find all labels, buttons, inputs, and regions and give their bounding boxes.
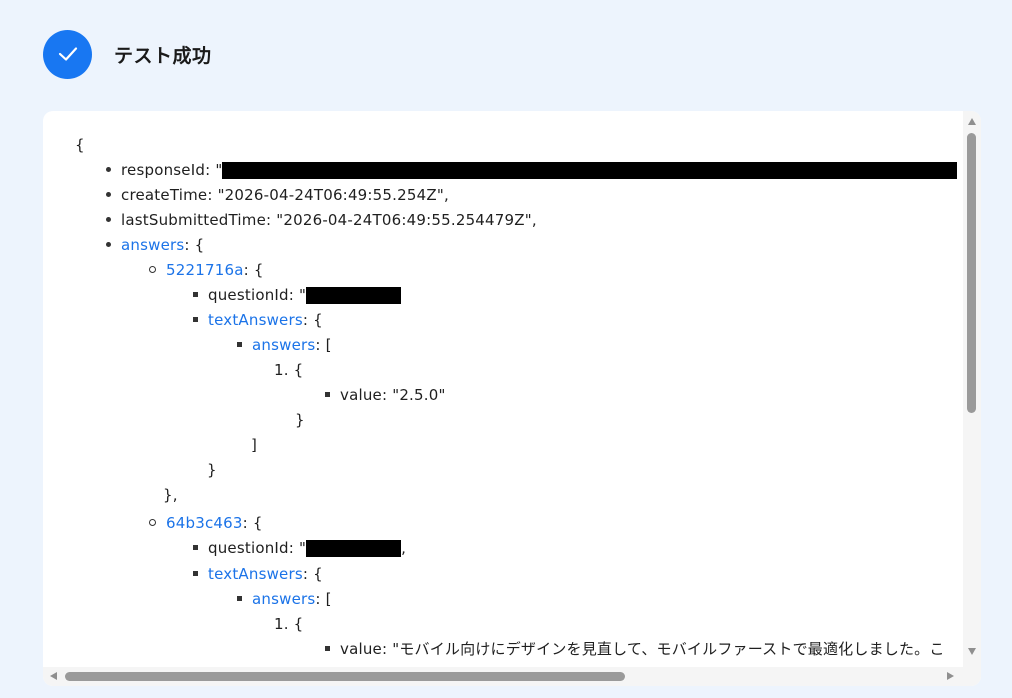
scroll-down-arrow-icon[interactable] — [968, 648, 976, 655]
list-item: 5221716a: { — [149, 258, 264, 283]
redacted-question-id — [306, 540, 402, 557]
check-icon — [58, 47, 77, 61]
list-item: responseId: " — [106, 158, 958, 183]
close-brace-comma: }, — [163, 486, 178, 504]
question-1-link[interactable]: 5221716a — [166, 261, 244, 279]
json-content: { responseId: " createTime: "2026-04-24T… — [43, 111, 963, 665]
list-item: answers: { — [106, 233, 204, 258]
scroll-right-arrow-icon[interactable] — [947, 672, 954, 680]
question-id-key: questionId — [208, 286, 289, 304]
create-time-key: createTime — [121, 186, 208, 204]
text-answers-link[interactable]: textAnswers — [208, 565, 303, 583]
bullet-square — [193, 292, 198, 297]
answers-array-link[interactable]: answers — [252, 590, 315, 608]
last-submitted-time-value: "2026-04-24T06:49:55.254479Z", — [276, 211, 537, 229]
list-item: lastSubmittedTime: "2026-04-24T06:49:55.… — [106, 208, 537, 233]
bullet-square — [325, 392, 330, 397]
vertical-scroll-thumb[interactable] — [967, 133, 976, 413]
json-open-brace: { — [75, 136, 85, 154]
close-brace: } — [207, 461, 217, 479]
list-item: value: "2.5.0" — [325, 383, 446, 408]
list-item: answers: [ — [237, 333, 332, 358]
close-bracket: ] — [251, 436, 258, 454]
redacted-question-id — [306, 287, 402, 304]
bullet-square — [193, 317, 198, 322]
question-id-key: questionId — [208, 539, 289, 557]
bullet-disc — [106, 192, 111, 197]
bullet-square — [237, 596, 242, 601]
json-output-panel[interactable]: { responseId: " createTime: "2026-04-24T… — [43, 111, 981, 686]
array-item-index: 1. { — [274, 361, 304, 379]
answers-array-link[interactable]: answers — [252, 336, 315, 354]
bullet-disc — [106, 167, 111, 172]
answer-value: "モバイル向けにデザインを見直して、モバイルファーストで最適化しました。こ — [392, 640, 945, 658]
horizontal-scroll-thumb[interactable] — [65, 672, 625, 681]
list-item: answers: [ — [237, 587, 332, 612]
bullet-square — [193, 545, 198, 550]
list-item: 64b3c463: { — [149, 511, 263, 536]
bullet-disc — [106, 217, 111, 222]
list-item: textAnswers: { — [193, 562, 323, 587]
bullet-square — [325, 646, 330, 651]
answers-link[interactable]: answers — [121, 236, 184, 254]
scroll-left-arrow-icon[interactable] — [50, 672, 57, 680]
vertical-scrollbar[interactable] — [963, 111, 981, 667]
scroll-up-arrow-icon[interactable] — [968, 118, 976, 125]
create-time-value: "2026-04-24T06:49:55.254Z", — [217, 186, 449, 204]
value-key: value — [340, 386, 382, 404]
list-item: value: "モバイル向けにデザインを見直して、モバイルファーストで最適化しま… — [325, 637, 945, 662]
redacted-response-id — [222, 162, 958, 179]
bullet-square — [193, 571, 198, 576]
result-title: テスト成功 — [114, 44, 212, 67]
value-key: value — [340, 640, 382, 658]
horizontal-scrollbar[interactable] — [43, 667, 981, 686]
answer-value: "2.5.0" — [392, 386, 446, 404]
bullet-circle — [149, 519, 156, 526]
question-2-link[interactable]: 64b3c463 — [166, 514, 243, 532]
bullet-circle — [149, 266, 156, 273]
list-item: createTime: "2026-04-24T06:49:55.254Z", — [106, 183, 449, 208]
last-submitted-time-key: lastSubmittedTime — [121, 211, 267, 229]
text-answers-link[interactable]: textAnswers — [208, 311, 303, 329]
close-brace: } — [295, 411, 305, 429]
result-header: テスト成功 — [43, 29, 212, 79]
bullet-disc — [106, 242, 111, 247]
list-item: questionId: ", — [193, 536, 406, 561]
list-item: textAnswers: { — [193, 308, 323, 333]
list-item: questionId: " — [193, 283, 402, 308]
success-check-badge — [43, 29, 92, 79]
array-item-index: 1. { — [274, 615, 304, 633]
response-id-key: responseId — [121, 161, 206, 179]
bullet-square — [237, 342, 242, 347]
